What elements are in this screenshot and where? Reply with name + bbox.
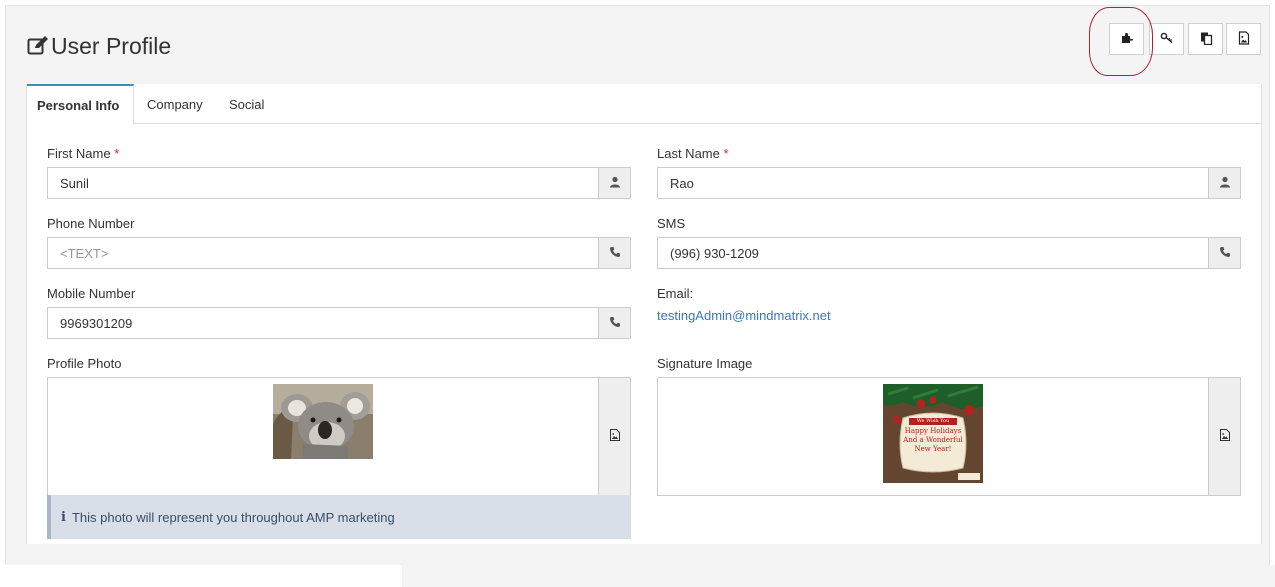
page-title-text: User Profile [51,32,172,59]
phone-number-input[interactable]: <TEXT> [47,237,599,269]
tab-social-label: Social [229,96,265,112]
phone-number-label: Phone Number [47,216,135,231]
required-mark: * [114,146,120,161]
email-label: Email: [657,286,694,301]
password-key-button[interactable] [1149,23,1184,55]
footer-blank [0,565,402,587]
profile-photo-label: Profile Photo [47,356,122,371]
signature-image-label: Signature Image [657,356,753,371]
tab-company[interactable]: Company [137,84,213,124]
mobile-number-input[interactable]: 9969301209 [47,307,599,339]
footer-gray [402,565,1275,587]
mobile-addon [598,307,631,339]
tab-bar: Personal Info Company Social [26,84,1262,125]
required-mark: * [723,146,729,161]
email-link[interactable]: testingAdmin@mindmatrix.net [657,308,831,323]
photo-info-text: This photo will represent you throughout… [71,509,395,525]
signature-image-addon[interactable] [1208,377,1241,496]
mobile-number-label: Mobile Number [47,286,136,301]
page-title: User Profile [27,30,171,62]
info-icon: i [61,509,66,525]
phone-icon [1219,246,1231,261]
profile-photo-box[interactable] [47,377,599,496]
sms-addon [1208,237,1241,269]
profile-photo-addon[interactable] [598,377,631,496]
first-name-label: First Name * [47,146,120,161]
signature-image-box[interactable]: We Wish You Happy Holidays And a Wonderf… [657,377,1209,496]
tab-company-label: Company [147,96,203,112]
last-name-label: Last Name * [657,146,729,161]
user-icon [609,176,621,191]
sms-label: SMS [657,216,686,231]
holiday-card-image: We Wish You Happy Holidays And a Wonderf… [883,384,983,483]
first-name-input[interactable]: Sunil [47,167,599,199]
highlight-circle [1089,7,1153,76]
tab-personal-info[interactable]: Personal Info [27,84,134,125]
tab-personal-info-label: Personal Info [37,98,120,113]
tab-social[interactable]: Social [219,84,274,124]
user-icon [1219,176,1231,191]
copy-icon [1199,31,1213,48]
phone-addon [598,237,631,269]
key-icon [1160,31,1174,48]
image-icon [1219,429,1231,444]
image-file-icon [1237,30,1251,48]
holiday-card-text: We Wish You Happy Holidays And a Wonderf… [903,418,963,453]
last-name-addon [1208,167,1241,199]
copy-button[interactable] [1188,23,1223,55]
first-name-addon [598,167,631,199]
phone-icon [609,246,621,261]
koala-photo [273,384,373,459]
image-icon [609,429,621,444]
phone-icon [609,316,621,331]
edit-icon [27,35,49,58]
image-file-button[interactable] [1226,23,1261,55]
photo-info-callout: i This photo will represent you througho… [47,495,631,539]
sms-input[interactable]: (996) 930-1209 [657,237,1209,269]
last-name-input[interactable]: Rao [657,167,1209,199]
